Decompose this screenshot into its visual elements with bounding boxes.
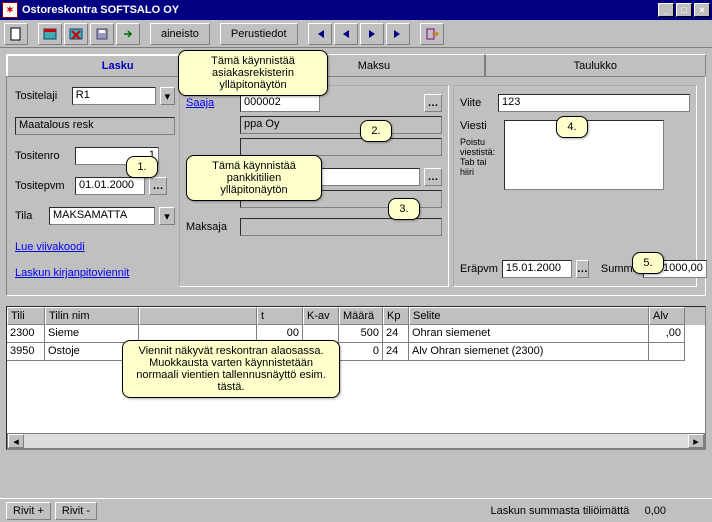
saaja-lookup-button[interactable]: … <box>424 94 442 112</box>
titlebar: ✶ Ostoreskontra SOFTSALO OY _ □ × <box>0 0 712 20</box>
close-button[interactable]: × <box>694 3 710 17</box>
save-icon[interactable] <box>90 23 114 45</box>
col-maara[interactable]: Määrä <box>339 307 383 325</box>
col-selite[interactable]: Selite <box>409 307 649 325</box>
grid-body[interactable]: 2300Sieme0050024Ohran siemenet,003950Ost… <box>7 325 705 433</box>
nav-next-icon[interactable] <box>360 23 384 45</box>
maksaja-display <box>240 218 442 236</box>
status-value: 0,00 <box>645 505 666 517</box>
tila-label: Tila <box>15 210 45 222</box>
h-scrollbar[interactable]: ◂ ▸ <box>7 433 705 449</box>
status-text: Laskun summasta tiliöimättä <box>491 505 630 517</box>
tositenro-label: Tositenro <box>15 150 71 162</box>
perustiedot-button[interactable]: Perustiedot <box>220 23 298 45</box>
callout-5: 5. <box>632 252 664 274</box>
col-tili[interactable]: Tili <box>7 307 45 325</box>
maximize-button[interactable]: □ <box>676 3 692 17</box>
col-af[interactable] <box>139 307 257 325</box>
calendar1-icon[interactable] <box>38 23 62 45</box>
callout-pankkitilit: Tämä käynnistää pankkitilien ylläpitonäy… <box>186 155 322 201</box>
col-nimi[interactable]: Tilin nim <box>45 307 139 325</box>
table-row[interactable]: 2300Sieme0050024Ohran siemenet,00 <box>7 325 705 343</box>
rivit-minus-button[interactable]: Rivit - <box>55 502 97 520</box>
rivit-plus-button[interactable]: Rivit + <box>6 502 51 520</box>
scroll-left-icon[interactable]: ◂ <box>8 434 24 448</box>
tila-field[interactable]: MAKSAMATTA <box>49 207 155 225</box>
lue-viivakoodi-link[interactable]: Lue viivakoodi <box>15 241 175 253</box>
table-row[interactable]: 3950Ostoje00024Alv Ohran siemenet (2300) <box>7 343 705 361</box>
callout-4: 4. <box>556 116 588 138</box>
col-kp[interactable]: Kp <box>383 307 409 325</box>
tositelaji-field[interactable]: R1 <box>72 87 156 105</box>
poistu-hint: Poistu viestistä: Tab tai hiiri <box>460 138 500 178</box>
new-doc-icon[interactable] <box>4 23 28 45</box>
tositelaji-dropdown-icon[interactable]: ▾ <box>160 87 175 105</box>
callout-asiakasrekisteri: Tämä käynnistää asiakasrekisterin ylläpi… <box>178 50 328 96</box>
saaja-name-display: ppa Oy <box>240 116 442 134</box>
viesti-label: Viesti <box>460 120 500 132</box>
callout-2: 2. <box>360 120 392 142</box>
tositepvm-picker-button[interactable]: … <box>149 177 167 195</box>
nav-last-icon[interactable] <box>386 23 410 45</box>
toolbar: aineisto Perustiedot <box>0 20 712 48</box>
scroll-right-icon[interactable]: ▸ <box>688 434 704 448</box>
saaja-code-field[interactable]: 000002 <box>240 94 320 112</box>
maksaja-label: Maksaja <box>186 221 236 233</box>
form-panel: Tositelaji R1 ▾ Maatalous resk Tositenro… <box>6 76 706 296</box>
minimize-button[interactable]: _ <box>658 3 674 17</box>
col-alv[interactable]: Alv <box>649 307 685 325</box>
statusbar: Rivit + Rivit - Laskun summasta tiliöimä… <box>0 498 712 522</box>
tab-strip: Lasku Maksu Taulukko <box>6 54 706 76</box>
arrow-icon[interactable] <box>116 23 140 45</box>
exit-icon[interactable] <box>420 23 444 45</box>
grid-table: Tili Tilin nim t K-av Määrä Kp Selite Al… <box>6 306 706 450</box>
laskun-kirjanpitoviennit-link[interactable]: Laskun kirjanpitoviennit <box>15 267 175 279</box>
tositelaji-label: Tositelaji <box>15 90 68 102</box>
col-at[interactable]: t <box>257 307 303 325</box>
app-icon: ✶ <box>2 2 18 18</box>
callout-3: 3. <box>388 198 420 220</box>
callout-viennit: Viennit näkyvät reskontran alaosassa. Mu… <box>122 340 340 398</box>
erapvm-label: Eräpvm <box>460 263 498 275</box>
tositepvm-label: Tositepvm <box>15 180 71 192</box>
col-kav[interactable]: K-av <box>303 307 339 325</box>
nav-first-icon[interactable] <box>308 23 332 45</box>
tab-taulukko[interactable]: Taulukko <box>485 54 706 76</box>
aineisto-button[interactable]: aineisto <box>150 23 210 45</box>
viite-label: Viite <box>460 97 494 109</box>
erapvm-picker-button[interactable]: … <box>576 260 589 278</box>
erapvm-field[interactable]: 15.01.2000 <box>502 260 572 278</box>
tositepvm-field[interactable]: 01.01.2000 <box>75 177 145 195</box>
reskontra-display: Maatalous resk <box>15 117 175 135</box>
nav-prev-icon[interactable] <box>334 23 358 45</box>
pankkitili-lookup-button[interactable]: … <box>424 168 442 186</box>
left-column: Tositelaji R1 ▾ Maatalous resk Tositenro… <box>15 85 175 287</box>
grid-header: Tili Tilin nim t K-av Määrä Kp Selite Al… <box>7 307 705 325</box>
calendar-delete-icon[interactable] <box>64 23 88 45</box>
callout-1: 1. <box>126 156 158 178</box>
saaja-extra-display <box>240 138 442 156</box>
saaja-link[interactable]: Saaja <box>186 97 236 109</box>
tila-dropdown-icon[interactable]: ▾ <box>159 207 175 225</box>
window-title: Ostoreskontra SOFTSALO OY <box>22 4 658 16</box>
viite-field[interactable]: 123 <box>498 94 690 112</box>
